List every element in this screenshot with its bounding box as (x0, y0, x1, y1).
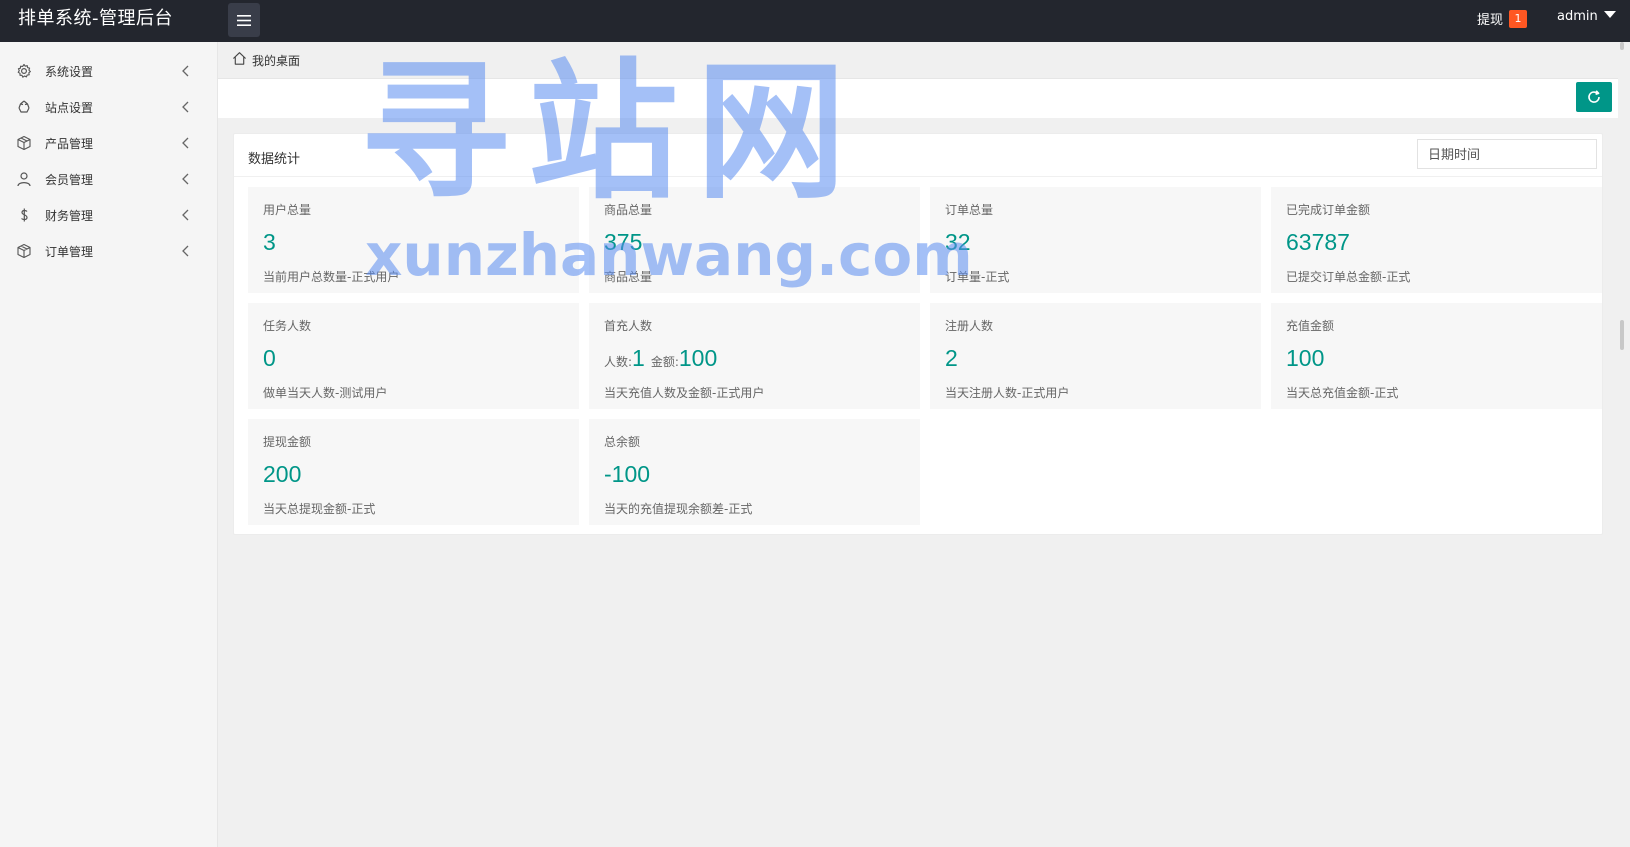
menu-toggle-button[interactable] (228, 3, 260, 37)
stat-card-title: 总余额 (604, 435, 641, 449)
stat-card-title: 用户总量 (263, 203, 312, 217)
recycle-icon (18, 100, 30, 113)
stat-card-task-people: 任务人数 0 做单当天人数-测试用户 (248, 303, 579, 409)
package-icon (17, 135, 31, 151)
stat-card-first-recharge: 首充人数 人数: 1 金额: 100 当天充值人数及金额-正式用户 (589, 303, 920, 409)
scrollbar-thumb[interactable] (1620, 42, 1624, 50)
sidebar-item-product-management[interactable]: 产品管理 (0, 125, 218, 161)
gear-icon (17, 63, 31, 78)
caret-down-icon (1603, 11, 1616, 18)
sidebar: 系统设置 站点设置 产品管理 会员管理 财务管理 订单管理 (0, 42, 218, 847)
stat-card-desc: 当天注册人数-正式用户 (945, 386, 1070, 400)
stat-card-title: 已完成订单金额 (1286, 203, 1371, 217)
breadcrumb: 我的桌面 (218, 42, 1630, 78)
date-time-input[interactable] (1417, 139, 1597, 169)
sidebar-item-site-settings[interactable]: 站点设置 (0, 89, 218, 125)
stat-card-title: 注册人数 (945, 319, 994, 333)
stat-card-value: 2 (945, 345, 958, 371)
hamburger-icon (237, 14, 251, 26)
sidebar-item-finance-management[interactable]: 财务管理 (0, 197, 218, 233)
stat-card-registrations: 注册人数 2 当天注册人数-正式用户 (930, 303, 1261, 409)
stat-card-value: 100 (1286, 345, 1325, 371)
home-icon (233, 52, 246, 65)
stat-card-value: -100 (604, 461, 651, 487)
sidebar-item-label: 会员管理 (45, 173, 94, 187)
sidebar-item-member-management[interactable]: 会员管理 (0, 161, 218, 197)
stat-card-total-orders: 订单总量 32 订单量-正式 (930, 187, 1261, 293)
stat-card-value: 3 (263, 229, 276, 255)
stat-card-desc: 已提交订单总金额-正式 (1286, 270, 1411, 284)
stat-card-title: 任务人数 (263, 319, 312, 333)
stat-card-withdraw-amount: 提现金额 200 当天总提现金额-正式 (248, 419, 579, 525)
stat-card-completed-order-amount: 已完成订单金额 63787 已提交订单总金额-正式 (1271, 187, 1602, 293)
refresh-icon (1588, 90, 1600, 103)
stat-card-value: 63787 (1286, 229, 1350, 255)
sidebar-item-label: 产品管理 (45, 137, 94, 151)
chevron-left-icon (182, 137, 189, 149)
sidebar-item-system-settings[interactable]: 系统设置 (0, 53, 218, 89)
user-icon (17, 172, 31, 187)
stat-card-total-users: 用户总量 3 当前用户总数量-正式用户 (248, 187, 579, 293)
toolbar (218, 78, 1618, 118)
stat-card-value: 200 (263, 461, 302, 487)
breadcrumb-current[interactable]: 我的桌面 (252, 52, 300, 69)
chevron-left-icon (182, 101, 189, 113)
sidebar-item-order-management[interactable]: 订单管理 (0, 233, 218, 269)
stat-card-desc: 商品总量 (604, 270, 653, 284)
people-value: 1 (632, 345, 645, 371)
stat-card-title: 提现金额 (263, 435, 312, 449)
app-title: 排单系统-管理后台 (18, 8, 173, 29)
withdraw-label: 提现 (1477, 13, 1504, 28)
stat-card-desc: 当前用户总数量-正式用户 (263, 270, 400, 284)
stat-card-desc: 当天总充值金额-正式 (1286, 386, 1399, 400)
stat-card-value: 32 (945, 229, 971, 255)
amount-value: 100 (678, 345, 718, 371)
stat-card-desc: 做单当天人数-测试用户 (263, 386, 388, 400)
stat-card-title: 订单总量 (945, 203, 994, 217)
stat-card-desc: 当天充值人数及金额-正式用户 (604, 386, 765, 400)
amount-label: 金额: (650, 355, 679, 369)
stats-panel: 数据统计 用户总量 3 当前用户总数量-正式用户 商品总量 375 商品总量 订… (233, 133, 1603, 535)
stats-panel-title: 数据统计 (248, 152, 301, 167)
stat-card-total-balance: 总余额 -100 当天的充值提现余额差-正式 (589, 419, 920, 525)
stat-card-recharge-amount: 充值金额 100 当天总充值金额-正式 (1271, 303, 1602, 409)
stat-card-mixed-value: 人数: 1 金额: 100 (604, 345, 723, 372)
top-navbar: 排单系统-管理后台 提现 1 admin (0, 0, 1630, 42)
chevron-left-icon (182, 245, 189, 257)
stat-card-desc: 当天总提现金额-正式 (263, 502, 376, 516)
stat-card-title: 商品总量 (604, 203, 653, 217)
stats-panel-header: 数据统计 (234, 134, 1602, 177)
stat-card-desc: 当天的充值提现余额差-正式 (604, 502, 753, 516)
stat-card-total-products: 商品总量 375 商品总量 (589, 187, 920, 293)
user-menu[interactable]: admin (1557, 9, 1616, 24)
username: admin (1557, 9, 1598, 24)
chevron-left-icon (182, 173, 189, 185)
refresh-button[interactable] (1576, 82, 1612, 112)
chevron-left-icon (182, 65, 189, 77)
sidebar-item-label: 站点设置 (45, 101, 94, 115)
withdraw-count-badge: 1 (1509, 9, 1528, 28)
sidebar-item-label: 系统设置 (45, 65, 94, 79)
sidebar-item-label: 订单管理 (45, 245, 94, 259)
withdraw-notification[interactable]: 提现 1 (1477, 9, 1528, 28)
stat-card-title: 充值金额 (1286, 319, 1335, 333)
scrollbar-thumb[interactable] (1620, 320, 1624, 350)
package-icon (17, 243, 31, 259)
stat-card-title: 首充人数 (604, 319, 653, 333)
dollar-icon (21, 208, 28, 222)
stat-card-value: 0 (263, 345, 276, 371)
stat-card-desc: 订单量-正式 (945, 270, 1010, 284)
stat-card-value: 375 (604, 229, 643, 255)
sidebar-item-label: 财务管理 (45, 209, 94, 223)
chevron-left-icon (182, 209, 189, 221)
people-label: 人数: (604, 355, 633, 369)
